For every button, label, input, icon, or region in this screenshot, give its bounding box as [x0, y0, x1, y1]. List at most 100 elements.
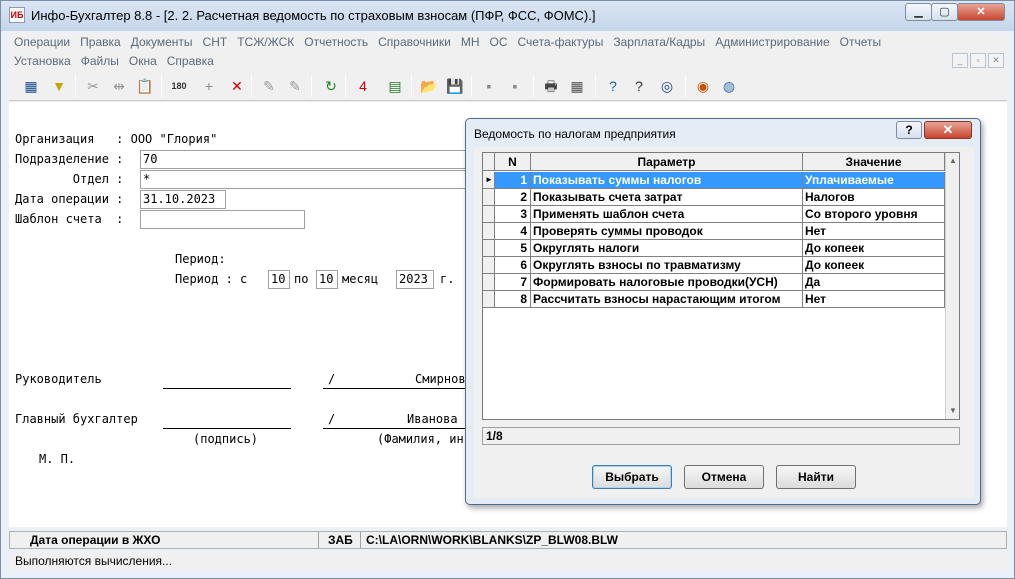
toolbar-separator — [411, 75, 412, 97]
row-parameter: Формировать налоговые проводки(УСН) — [531, 274, 803, 291]
scroll-up-icon[interactable]: ▲ — [946, 153, 959, 168]
menu-row1-7[interactable]: МН — [456, 33, 485, 51]
menu-row1-8[interactable]: ОС — [485, 33, 513, 51]
help-icon[interactable]: ? — [603, 76, 623, 96]
toolbar-separator — [251, 75, 252, 97]
menu-row1-5[interactable]: Отчетность — [299, 33, 373, 51]
status-divider — [318, 532, 319, 548]
menu-row1-9[interactable]: Счета-фактуры — [513, 33, 609, 51]
column-header-param[interactable]: Параметр — [531, 153, 803, 171]
row-marker — [483, 257, 495, 274]
year-suffix: г. — [440, 272, 455, 286]
vertical-scrollbar[interactable]: ▲ ▼ — [945, 153, 959, 419]
status-path: C:\LA\ORN\WORK\BLANKS\ZP_BLW08.BLW — [366, 533, 618, 547]
tax-settings-dialog: Ведомость по налогам предприятия ? ✕ N П… — [465, 118, 981, 505]
scroll-down-icon[interactable]: ▼ — [946, 403, 959, 418]
toolbar-separator — [75, 75, 76, 97]
table-row[interactable]: ► 1 Показывать суммы налогов Уплачиваемые — [483, 172, 945, 189]
toolbar-separator — [161, 75, 162, 97]
row-parameter: Показывать суммы налогов — [531, 172, 803, 189]
table-row[interactable]: 6 Округлять взносы по травматизму До копее… — [483, 257, 945, 274]
calculator-icon[interactable]: ▤ — [385, 76, 405, 96]
toolbar: ▦ ▼ ✂ ⇹ 📋 180 + ✕ ✎ ✎ ↻ 4 ▤ 📂 💾 ▪ ▪ 🖶 ▦?? ◎ ◉ ◍ — [9, 71, 1007, 101]
row-parameter: Проверять суммы проводок — [531, 223, 803, 240]
maximize-button[interactable]: ▢ — [931, 3, 958, 21]
split-icon[interactable]: ⇹ — [109, 76, 129, 96]
menu-row2-3[interactable]: Справка — [162, 52, 219, 70]
open-folder-icon[interactable]: 📂 — [419, 76, 439, 96]
mdi-restore-button[interactable]: ▫ — [970, 53, 986, 68]
division-input[interactable]: 70 — [140, 150, 470, 169]
app-icon: ИБ — [9, 7, 25, 23]
context-help-icon[interactable]: ? — [629, 76, 649, 96]
compass-icon[interactable]: ◎ — [657, 76, 677, 96]
menu-row1-12[interactable]: Отчеты — [835, 33, 886, 51]
lifebuoy-icon[interactable]: ◉ — [693, 76, 713, 96]
tool1-icon[interactable]: ✎ — [259, 76, 279, 96]
record-counter: 1/8 — [482, 427, 960, 445]
menu-bar: Операции Правка Документы СНТ ТСЖ/ЖСК Отчетно… — [9, 33, 1007, 71]
paste-icon[interactable]: 📋 — [135, 76, 155, 96]
head-label: Руководитель — [15, 372, 102, 386]
column-header-n[interactable]: N — [495, 153, 531, 171]
menu-row-secondary: Установка Файлы Окна Справка — [9, 52, 219, 70]
row-value: Уплачиваемые — [803, 172, 945, 189]
menu-row1-10[interactable]: Зарплата/Кадры — [608, 33, 710, 51]
table-row[interactable]: 2 Показывать счета затрат Налогов — [483, 189, 945, 206]
grid-icon[interactable]: ▦ — [21, 76, 41, 96]
cut-icon[interactable]: ✂ — [83, 76, 103, 96]
table-row[interactable]: 8 Рассчитать взносы нарастающим итогом Нет — [483, 291, 945, 308]
status-bar-bottom: Выполняются вычисления... — [9, 552, 1007, 570]
minimize-button[interactable]: ▁ — [905, 3, 932, 21]
delete-icon[interactable]: ✕ — [227, 76, 247, 96]
menu-row1-11[interactable]: Администрирование — [710, 33, 834, 51]
period-to-input[interactable]: 10 — [316, 270, 338, 289]
menu-row1-4[interactable]: ТСЖ/ЖСК — [232, 33, 299, 51]
add-icon[interactable]: + — [199, 76, 219, 96]
block2-icon[interactable]: ▪ — [505, 76, 525, 96]
calendar-icon[interactable]: 4 — [353, 76, 373, 96]
menu-row1-6[interactable]: Справочники — [373, 33, 456, 51]
template-input[interactable] — [140, 210, 305, 229]
dept-input[interactable]: * — [140, 170, 470, 189]
dialog-help-button[interactable]: ? — [896, 121, 922, 139]
date-input[interactable]: 31.10.2023 — [140, 190, 226, 209]
table-row[interactable]: 4 Проверять суммы проводок Нет — [483, 223, 945, 240]
tool2-icon[interactable]: ✎ — [285, 76, 305, 96]
table-row[interactable]: 3 Применять шаблон счета Со второго уровня — [483, 206, 945, 223]
row-number: 6 — [495, 257, 531, 274]
period-from-input[interactable]: 10 — [268, 270, 290, 289]
refresh-icon[interactable]: ↻ — [321, 76, 341, 96]
close-button[interactable]: ✕ — [957, 3, 1005, 21]
globe-icon[interactable]: ◍ — [719, 76, 739, 96]
org-label: Организация : ООО "Глория" — [15, 132, 218, 146]
filter-icon[interactable]: ▼ — [49, 76, 69, 96]
select-button[interactable]: Выбрать — [592, 465, 672, 489]
dialog-close-button[interactable]: ✕ — [924, 121, 972, 139]
block1-icon[interactable]: ▪ — [479, 76, 499, 96]
cancel-button[interactable]: Отмена — [684, 465, 764, 489]
menu-row2-0[interactable]: Установка — [9, 52, 76, 70]
save-icon[interactable]: 💾 — [445, 76, 465, 96]
mdi-minimize-button[interactable]: _ — [952, 53, 968, 68]
row-value: Нет — [803, 223, 945, 240]
menu-row2-2[interactable]: Окна — [124, 52, 162, 70]
grid-header: N Параметр Значение — [483, 153, 945, 171]
preview-icon[interactable]: ▦ — [567, 76, 587, 96]
find-button[interactable]: Найти — [776, 465, 856, 489]
menu-row1-1[interactable]: Правка — [75, 33, 126, 51]
table-row[interactable]: 5 Округлять налоги До копеек — [483, 240, 945, 257]
name-caption: (Фамилия, ин — [377, 432, 464, 446]
menu-row1-3[interactable]: СНТ — [198, 33, 233, 51]
year-input[interactable]: 2023 — [396, 270, 434, 289]
table-row[interactable]: 7 Формировать налоговые проводки(УСН) Да — [483, 274, 945, 291]
print-icon[interactable]: 🖶 — [541, 76, 561, 96]
menu-row1-2[interactable]: Документы — [126, 33, 198, 51]
column-header-value[interactable]: Значение — [803, 153, 945, 171]
toolbar-separator — [345, 75, 346, 97]
date-label: Дата операции : — [15, 192, 124, 206]
number-icon[interactable]: 180 — [169, 76, 189, 96]
mdi-close-button[interactable]: ✕ — [988, 53, 1004, 68]
menu-row2-1[interactable]: Файлы — [76, 52, 124, 70]
menu-row1-0[interactable]: Операции — [9, 33, 75, 51]
